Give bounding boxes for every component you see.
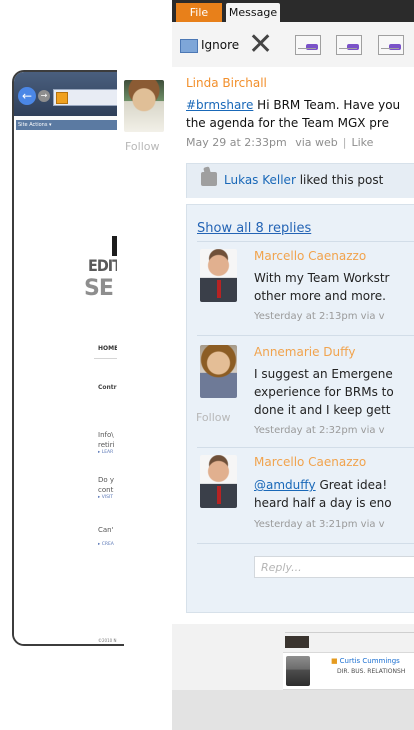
forward-nav-icon[interactable]: → (38, 90, 50, 102)
feed-row-title: DIR. BUS. RELATIONSH (337, 668, 406, 675)
divider (197, 241, 414, 242)
reply-text: With my Team Workstr other more and more… (254, 269, 413, 305)
likes-suffix: liked this post (295, 173, 384, 187)
reply-line: Great idea! (315, 478, 388, 492)
ignore-label: Ignore (201, 38, 240, 52)
browser-toolbar: ← → (14, 72, 124, 116)
feed-divider (285, 632, 414, 633)
reply-line: heard half a day is eno (254, 496, 392, 510)
likes-text: Lukas Keller liked this post (224, 173, 383, 187)
reply-line: I suggest an Emergene (254, 367, 393, 381)
avatar[interactable] (200, 455, 237, 508)
like-link[interactable]: Like (351, 136, 373, 149)
reply-input[interactable] (254, 556, 414, 578)
reply-line: With my Team Workstr (254, 271, 390, 285)
create-link[interactable]: ▸ CREA (98, 542, 114, 547)
reply-author[interactable]: Marcello Caenazzo (254, 455, 366, 469)
reply-text: I suggest an Emergene experience for BRM… (254, 365, 413, 419)
post-date: May 29 at 2:33pm (186, 136, 287, 149)
ribbon-toolbar: Ignore ✕ (172, 22, 414, 69)
reply-meta: Yesterday at 2:32pm via v (254, 425, 385, 436)
forward-icon[interactable] (378, 35, 404, 55)
reply-author[interactable]: Marcello Caenazzo (254, 249, 366, 263)
follow-button[interactable]: Follow (196, 411, 231, 424)
ignore-icon (180, 38, 198, 53)
reply-icon[interactable] (295, 35, 321, 55)
hashtag-link[interactable]: #brmshare (186, 98, 253, 112)
learn-link[interactable]: ▸ LEAR (98, 450, 113, 455)
mention-link[interactable]: @amduffy (254, 478, 316, 492)
feed-row-name[interactable]: Curtis Cummings (331, 657, 400, 665)
info-text: Can' (98, 526, 114, 534)
post-source: via web (295, 136, 338, 149)
reply-meta: Yesterday at 2:13pm via v (254, 311, 385, 322)
reply-text: @amduffy Great idea! heard half a day is… (254, 476, 413, 512)
post-author[interactable]: Linda Birchall (186, 76, 267, 90)
post-meta: May 29 at 2:33pm via web | Like (186, 136, 374, 149)
feed-thumbnail (285, 636, 309, 648)
reply-line: experience for BRMs to (254, 385, 394, 399)
message-text: Hi BRM Team. Have you (253, 98, 401, 112)
thumbs-up-icon (201, 172, 217, 186)
divider (197, 543, 414, 544)
post-message: #brmshare Hi BRM Team. Have you the agen… (186, 96, 410, 132)
reply-all-icon[interactable] (336, 35, 362, 55)
divider (197, 335, 414, 336)
reply-line: other more and more. (254, 289, 386, 303)
avatar[interactable] (124, 80, 164, 132)
site-logo-line-2: SE (84, 276, 114, 301)
post-panel: Follow Linda Birchall #brmshare Hi BRM T… (117, 67, 414, 624)
feed-row[interactable]: Curtis Cummings DIR. BUS. RELATIONSH (283, 652, 414, 690)
back-icon[interactable]: ← (18, 87, 36, 105)
message-tab[interactable]: Message (226, 3, 280, 22)
background-browser-window: ← → Site Actions ▾ EDIT SE HOME Contr In… (12, 70, 124, 646)
visit-link[interactable]: ▸ VISIT (98, 495, 113, 500)
divider (197, 447, 414, 448)
ribbon-tabs: File Message (172, 0, 414, 22)
show-all-replies-link[interactable]: Show all 8 replies (197, 221, 311, 236)
avatar[interactable] (200, 345, 237, 398)
file-tab[interactable]: File (176, 3, 222, 22)
bottom-bar (172, 690, 414, 730)
avatar (286, 656, 310, 686)
browser-page: EDIT SE HOME Contr Info\ retiri ▸ LEAR D… (14, 130, 124, 644)
replies-section: Show all 8 replies Marcello Caenazzo Wit… (186, 204, 414, 613)
home-link[interactable]: HOME (98, 345, 118, 352)
reply-author[interactable]: Annemarie Duffy (254, 345, 356, 359)
avatar[interactable] (200, 249, 237, 302)
section-title: Contr (98, 384, 117, 391)
message-text: the agenda for the Team MGX pre (186, 116, 389, 130)
site-actions-menu[interactable]: Site Actions ▾ (16, 120, 124, 130)
reply-meta: Yesterday at 3:21pm via v (254, 519, 385, 530)
likes-bar: Lukas Keller liked this post (186, 163, 414, 198)
reply-line: done it and I keep gett (254, 403, 391, 417)
ignore-button[interactable]: Ignore (180, 38, 239, 53)
footer-copyright: ©2010 N (98, 638, 117, 643)
follow-button[interactable]: Follow (125, 140, 160, 153)
liker-name[interactable]: Lukas Keller (224, 173, 296, 187)
address-bar[interactable] (53, 89, 124, 106)
delete-icon[interactable]: ✕ (248, 30, 273, 60)
